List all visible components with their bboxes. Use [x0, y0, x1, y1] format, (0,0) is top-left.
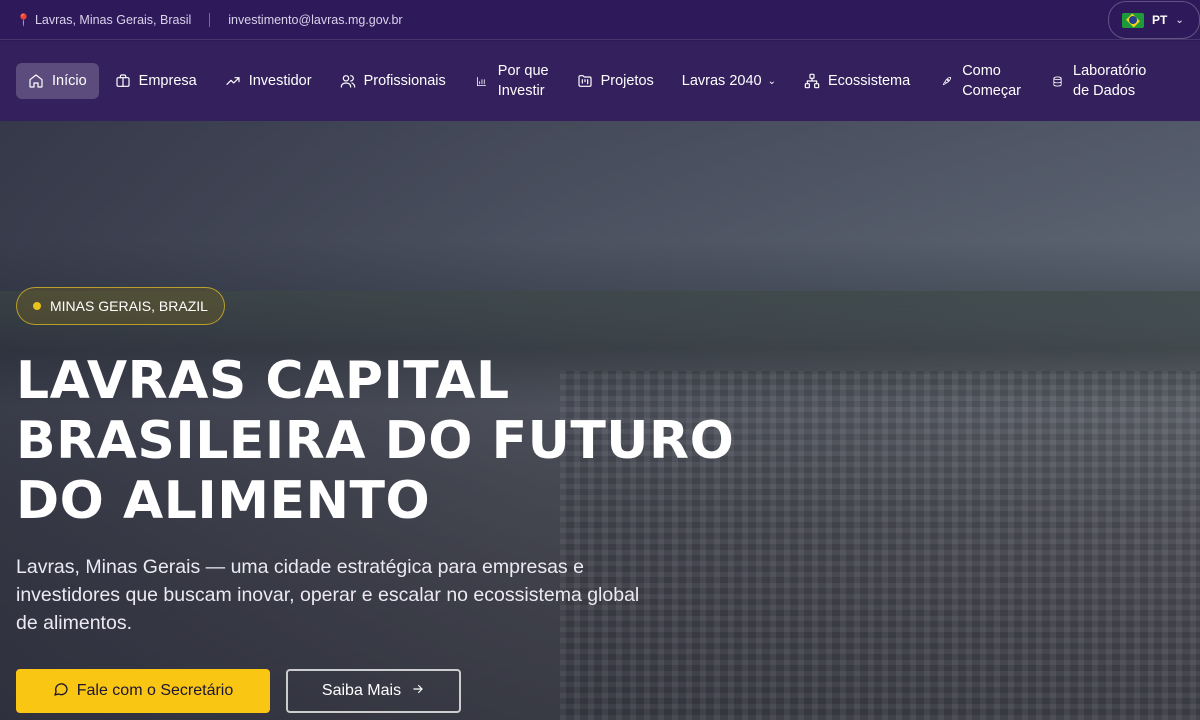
nav-label: Projetos — [600, 73, 654, 89]
nav-item-inicio[interactable]: Início — [16, 63, 99, 99]
hero-subtitle: Lavras, Minas Gerais — uma cidade estrat… — [16, 556, 640, 634]
database-icon — [1049, 73, 1065, 89]
briefcase-icon — [115, 73, 131, 89]
nav-label: Como Começar — [962, 63, 1022, 99]
language-code: PT — [1152, 13, 1168, 27]
nav-label: Laboratório de Dados — [1073, 63, 1147, 99]
chevron-down-icon: ⌄ — [1175, 14, 1184, 26]
folder-kanban-icon — [577, 73, 593, 89]
bar-chart-icon — [474, 73, 490, 89]
nav-label: Por que Investir — [497, 63, 549, 99]
nav-item-ecossistema[interactable]: Ecossistema — [792, 63, 922, 99]
nav-item-projetos[interactable]: Projetos — [565, 63, 666, 99]
nav-label: Empresa — [138, 73, 197, 89]
nav-label: Profissionais — [363, 73, 446, 89]
badge-dot — [33, 302, 41, 310]
nav-item-lavras-2040[interactable]: Lavras 2040 ⌄ — [670, 63, 788, 99]
nav-item-empresa[interactable]: Empresa — [103, 63, 209, 99]
home-icon — [28, 73, 44, 89]
nav-label: Início — [52, 73, 87, 89]
arrow-right-icon — [411, 682, 425, 701]
nav-item-como-comecar[interactable]: Como Começar — [926, 63, 1033, 99]
region-badge: MINAS GERAIS, BRAZIL — [16, 287, 225, 325]
language-selector[interactable]: PT ⌄ — [1108, 1, 1200, 39]
nav-item-investidor[interactable]: Investidor — [213, 63, 324, 99]
nav-item-por-que-investir[interactable]: Por que Investir — [462, 63, 561, 99]
hero-section: MINAS GERAIS, BRAZIL LAVRAS CAPITAL BRAS… — [0, 121, 1200, 720]
learn-more-button[interactable]: Saiba Mais — [286, 669, 461, 713]
rocket-icon — [938, 73, 954, 89]
hero-title: LAVRAS CAPITAL BRASILEIRA DO FUTURO DO A… — [16, 351, 735, 531]
button-label: Fale com o Secretário — [76, 682, 234, 699]
main-nav: Início Empresa Investidor Profissionais … — [0, 41, 1200, 121]
badge-text: MINAS GERAIS, BRAZIL — [50, 298, 208, 314]
nav-label: Ecossistema — [827, 73, 911, 89]
nav-item-laboratorio-de-dados[interactable]: Laboratório de Dados — [1037, 63, 1158, 99]
trending-up-icon — [225, 73, 241, 89]
contact-secretary-button[interactable]: Fale com o Secretário — [16, 669, 270, 713]
nav-item-profissionais[interactable]: Profissionais — [328, 63, 458, 99]
top-bar: 📍 Lavras, Minas Gerais, Brasil investime… — [0, 0, 1200, 40]
map-pin-icon: 📍 — [16, 12, 31, 27]
message-circle-icon — [53, 681, 69, 702]
nav-label: Investidor — [248, 73, 312, 89]
location: 📍 Lavras, Minas Gerais, Brasil — [16, 13, 191, 27]
divider — [209, 12, 211, 27]
contact-email[interactable]: investimento@lavras.mg.gov.br — [228, 13, 402, 27]
brazil-flag-icon — [1122, 12, 1144, 28]
chevron-down-icon: ⌄ — [767, 75, 776, 87]
location-text: Lavras, Minas Gerais, Brasil — [34, 12, 192, 27]
nav-label: Lavras 2040 — [681, 73, 762, 89]
button-label: Saiba Mais — [321, 682, 402, 699]
network-icon — [804, 73, 820, 89]
users-icon — [340, 73, 356, 89]
